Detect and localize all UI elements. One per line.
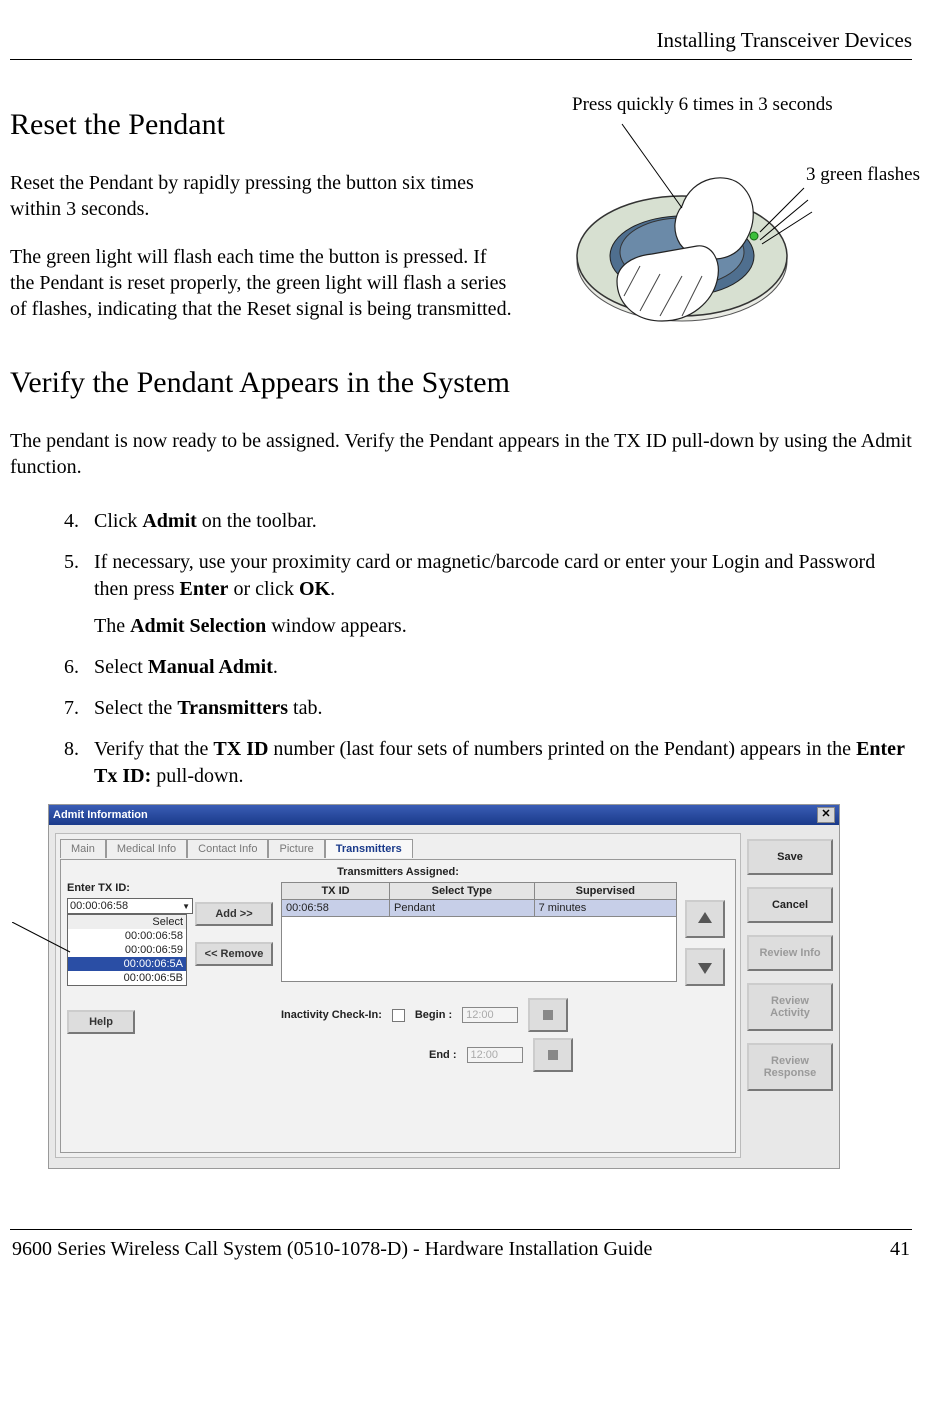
step-5-sub: The Admit Selection window appears. xyxy=(94,613,912,640)
col-supervised: Supervised xyxy=(534,883,676,900)
close-icon[interactable]: ✕ xyxy=(817,807,835,823)
callout-arrow xyxy=(12,922,72,962)
step-list: Click Admit on the toolbar. If necessary… xyxy=(10,508,912,790)
tx-id-selected-value: 00:00:06:58 xyxy=(70,900,128,912)
review-info-button[interactable]: Review Info xyxy=(747,935,833,971)
tab-strip: Main Medical Info Contact Info Picture T… xyxy=(60,838,736,857)
cell-type: Pendant xyxy=(390,900,535,917)
step-6: Select Manual Admit. xyxy=(84,654,912,681)
option-item[interactable]: 00:00:06:5B xyxy=(68,971,186,985)
end-time-field[interactable]: 12:00 xyxy=(467,1047,523,1063)
para-reset-1: Reset the Pendant by rapidly pressing th… xyxy=(10,170,512,222)
tab-medical-info[interactable]: Medical Info xyxy=(106,839,187,858)
running-header: Installing Transceiver Devices xyxy=(10,28,912,53)
option-header: Select xyxy=(68,915,186,929)
tab-picture[interactable]: Picture xyxy=(268,839,324,858)
tx-id-option-list[interactable]: Select 00:00:06:58 00:00:06:59 00:00:06:… xyxy=(67,914,187,986)
option-item-selected[interactable]: 00:00:06:5A xyxy=(68,957,186,971)
begin-stepper[interactable] xyxy=(528,998,568,1032)
col-tx-id: TX ID xyxy=(282,883,390,900)
step-5: If necessary, use your proximity card or… xyxy=(84,549,912,640)
cancel-button[interactable]: Cancel xyxy=(747,887,833,923)
begin-time-field[interactable]: 12:00 xyxy=(462,1007,518,1023)
step-7: Select the Transmitters tab. xyxy=(84,695,912,722)
table-row[interactable]: 00:06:58 Pendant 7 minutes xyxy=(282,900,677,917)
annotation-press-quickly: Press quickly 6 times in 3 seconds xyxy=(572,94,833,116)
para-reset-2: The green light will flash each time the… xyxy=(10,244,512,322)
window-titlebar: Admit Information ✕ xyxy=(49,805,839,825)
inactivity-checkbox[interactable] xyxy=(392,1009,405,1022)
cell-supervised[interactable]: 7 minutes xyxy=(534,900,676,917)
top-rule xyxy=(10,59,912,60)
section-title-reset: Reset the Pendant xyxy=(10,108,512,142)
empty-rows xyxy=(282,917,677,982)
para-verify-intro: The pendant is now ready to be assigned.… xyxy=(10,428,912,480)
pendant-illustration xyxy=(532,116,912,346)
review-activity-button[interactable]: Review Activity xyxy=(747,983,833,1031)
admit-information-window: Admit Information ✕ Main Medical Info Co… xyxy=(48,804,840,1169)
step-4: Click Admit on the toolbar. xyxy=(84,508,912,535)
help-button[interactable]: Help xyxy=(67,1010,135,1034)
tab-transmitters[interactable]: Transmitters xyxy=(325,839,413,858)
tab-main[interactable]: Main xyxy=(60,839,106,858)
move-up-button[interactable] xyxy=(685,900,725,938)
remove-button[interactable]: << Remove xyxy=(195,942,273,966)
transmitters-assigned-label: Transmitters Assigned: xyxy=(67,866,729,878)
arrow-up-icon xyxy=(695,909,715,929)
end-stepper[interactable] xyxy=(533,1038,573,1072)
arrow-down-icon xyxy=(695,957,715,977)
footer-left: 9600 Series Wireless Call System (0510-1… xyxy=(12,1238,652,1261)
annotation-green-flashes: 3 green flashes xyxy=(806,164,920,186)
section-title-verify: Verify the Pendant Appears in the System xyxy=(10,366,912,400)
review-response-button[interactable]: Review Response xyxy=(747,1043,833,1091)
save-button[interactable]: Save xyxy=(747,839,833,875)
col-select-type: Select Type xyxy=(390,883,535,900)
enter-tx-id-dropdown[interactable]: 00:00:06:58 xyxy=(67,898,193,914)
enter-tx-id-label: Enter TX ID: xyxy=(67,882,187,894)
chevron-down-icon xyxy=(182,900,190,912)
end-label: End : xyxy=(429,1049,457,1061)
tab-contact-info[interactable]: Contact Info xyxy=(187,839,268,858)
inactivity-checkin-label: Inactivity Check-In: xyxy=(281,1009,382,1021)
bottom-rule xyxy=(10,1229,912,1230)
step-8: Verify that the TX ID number (last four … xyxy=(84,736,912,790)
footer-page-number: 41 xyxy=(890,1238,910,1261)
option-item[interactable]: 00:00:06:59 xyxy=(68,943,186,957)
add-button[interactable]: Add >> xyxy=(195,902,273,926)
cell-tx-id: 00:06:58 xyxy=(282,900,390,917)
move-down-button[interactable] xyxy=(685,948,725,986)
assigned-transmitters-table: TX ID Select Type Supervised 00:06:58 Pe… xyxy=(281,882,677,982)
begin-label: Begin : xyxy=(415,1009,452,1021)
window-title: Admit Information xyxy=(53,809,148,821)
option-item[interactable]: 00:00:06:58 xyxy=(68,929,186,943)
